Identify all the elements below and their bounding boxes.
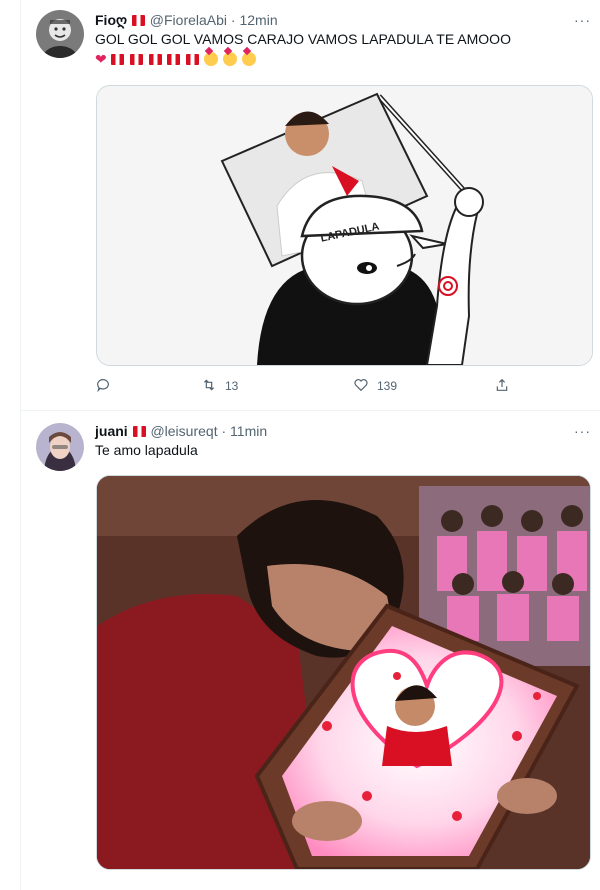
peru-flag-icon <box>167 54 181 65</box>
separator-dot: · <box>221 423 227 439</box>
tweet-content: Fioღ @FiorelaAbi · 12min ··· GOL GOL GOL… <box>95 10 593 69</box>
peru-flag-icon <box>185 54 199 65</box>
share-icon <box>496 378 508 391</box>
avatar[interactable] <box>36 423 84 471</box>
emoji-line: ❤ <box>95 49 593 69</box>
retweet-count: 13 <box>225 379 239 393</box>
timestamp[interactable]: 11min <box>230 423 267 439</box>
tweet-header: juani @leisureqt · 11min ··· <box>95 421 593 441</box>
partying-face-emoji <box>241 52 256 66</box>
tweet-header: Fioღ @FiorelaAbi · 12min ··· <box>95 10 593 30</box>
like-count: 139 <box>377 379 398 393</box>
tweet[interactable]: juani @leisureqt · 11min ··· Te amo lapa… <box>21 411 600 890</box>
peru-flag-icon <box>131 15 145 26</box>
timeline-feed: Fioღ @FiorelaAbi · 12min ··· GOL GOL GOL… <box>20 0 600 890</box>
tweet-actions: 13 139 <box>95 376 515 396</box>
retweet-button[interactable]: 13 <box>201 376 238 396</box>
avatar[interactable] <box>36 10 84 58</box>
reply-icon <box>97 379 109 393</box>
partying-face-emoji <box>223 52 238 66</box>
tweet-text: Te amo lapadula <box>95 442 198 458</box>
user-handle[interactable]: @FiorelaAbi <box>150 12 227 28</box>
retweet-icon <box>203 379 215 391</box>
display-name[interactable]: Fioღ <box>95 12 127 28</box>
peru-flag-icon <box>111 54 125 65</box>
more-icon[interactable]: ··· <box>574 421 591 441</box>
heart-icon <box>354 379 368 392</box>
tweet[interactable]: Fioღ @FiorelaAbi · 12min ··· GOL GOL GOL… <box>21 0 600 411</box>
user-handle[interactable]: @leisureqt <box>150 423 217 439</box>
reply-button[interactable] <box>95 376 111 396</box>
share-button[interactable] <box>494 376 510 396</box>
more-icon[interactable]: ··· <box>574 10 591 30</box>
peru-flag-icon <box>132 426 146 437</box>
tweet-content: juani @leisureqt · 11min ··· Te amo lapa… <box>95 421 593 460</box>
red-heart-emoji: ❤ <box>95 51 107 67</box>
peru-flag-icon <box>129 54 143 65</box>
separator-dot: · <box>230 12 236 28</box>
tweet-text: GOL GOL GOL VAMOS CARAJO VAMOS LAPADULA … <box>95 31 511 47</box>
timestamp[interactable]: 12min <box>239 12 277 28</box>
tweet-media-image[interactable] <box>96 475 591 870</box>
peru-flag-icon <box>148 54 162 65</box>
display-name[interactable]: juani <box>95 423 128 439</box>
tweet-media-image[interactable]: LAPADULA <box>96 85 593 366</box>
partying-face-emoji <box>204 52 219 66</box>
like-button[interactable]: 139 <box>353 376 397 396</box>
